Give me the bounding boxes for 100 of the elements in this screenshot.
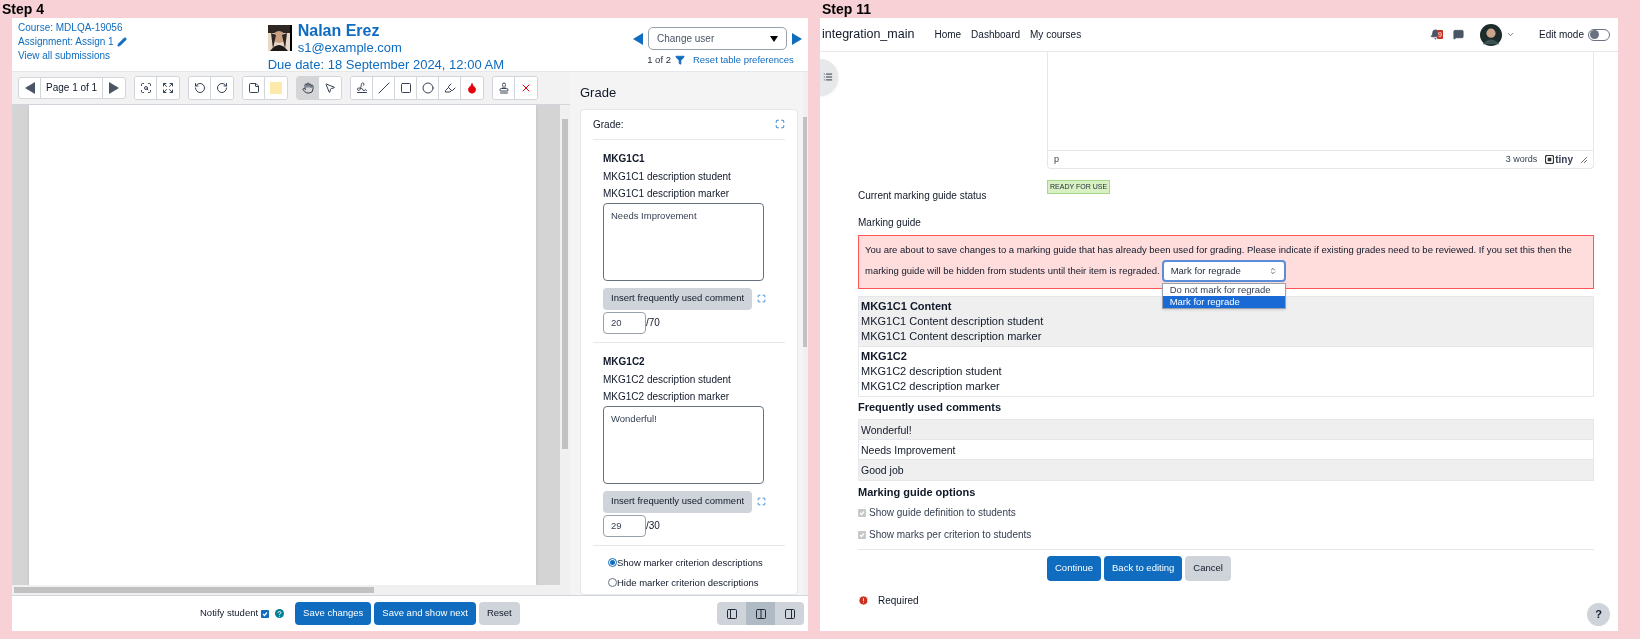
change-user-select[interactable]: Change user <box>648 27 787 50</box>
droplet-icon <box>466 82 479 94</box>
criterion-name: MKG1C2 <box>861 349 907 364</box>
regrade-warning-text: You are about to save changes to a marking guide that has already been used for grading. Please indicate if existing grades need to be reviewed. If you set this then the <box>865 243 1572 257</box>
tool-button[interactable] <box>211 77 234 99</box>
step-label: Step 4 <box>2 0 44 18</box>
footer-button[interactable]: Save and show next <box>374 602 476 625</box>
tool-button[interactable] <box>319 77 342 99</box>
required-label: Required <box>878 594 919 608</box>
tool-button[interactable] <box>439 77 462 99</box>
edit-icon[interactable] <box>116 37 127 47</box>
notify-checkbox[interactable] <box>261 609 270 618</box>
nav-link[interactable]: Home <box>934 27 962 42</box>
comments-heading: Frequently used comments <box>858 400 1002 415</box>
score-field[interactable]: 20 <box>603 311 646 334</box>
highlighter-icon <box>443 82 456 94</box>
criterion-student-description: MKG1C2 description student <box>603 372 731 387</box>
hand-icon <box>301 82 314 94</box>
tool-button[interactable] <box>189 77 212 99</box>
edit-mode-label: Edit mode <box>1538 28 1584 42</box>
form-button[interactable]: Continue <box>1047 556 1102 581</box>
help-icon[interactable] <box>275 609 285 618</box>
criterion-student-description: MKG1C1 Content description student <box>861 314 1044 329</box>
insert-comment-button[interactable]: Insert frequently used comment <box>603 490 753 513</box>
vertical-scrollbar[interactable] <box>562 119 568 449</box>
tool-button[interactable] <box>493 77 516 99</box>
previous-icon[interactable] <box>24 82 35 94</box>
tool-button[interactable] <box>351 77 374 99</box>
rotate-left-icon <box>193 82 206 94</box>
form-button[interactable]: Back to editing <box>1104 556 1183 581</box>
expand-icon[interactable] <box>775 119 785 129</box>
text-editor[interactable]: p 3 words tiny <box>1047 52 1594 169</box>
avatar <box>1479 23 1502 46</box>
view-submissions-link[interactable]: View all submissions <box>18 49 111 63</box>
nav-link[interactable]: Dashboard <box>971 27 1021 42</box>
message-icon[interactable] <box>1452 29 1464 40</box>
notify-student-label: Notify student <box>200 606 259 621</box>
form-button[interactable]: Cancel <box>1185 556 1231 581</box>
grade-heading: Grade <box>580 84 617 102</box>
footer-button[interactable]: Reset <box>478 602 520 625</box>
remark-field[interactable]: Wonderful! <box>603 405 764 484</box>
tool-button[interactable] <box>395 77 418 99</box>
section-label: Marking guide <box>858 216 921 230</box>
rectangle-icon <box>399 82 412 94</box>
horizontal-scrollbar[interactable] <box>14 587 374 593</box>
previous-user-icon[interactable] <box>633 32 643 45</box>
regrade-select[interactable]: Mark for regrade <box>1161 260 1286 282</box>
pen-icon <box>355 82 368 94</box>
site-name[interactable]: integration_main <box>822 25 915 44</box>
criterion-marker-description: MKG1C1 description marker <box>603 186 730 201</box>
word-count: 3 words <box>1505 152 1538 166</box>
criterion-name: MKG1C1 Content <box>861 299 952 314</box>
expand-icon <box>162 82 175 94</box>
element-path: p <box>1054 152 1059 166</box>
user-count: 1 of 2 <box>647 53 671 67</box>
list-icon <box>823 72 833 82</box>
tool-button[interactable] <box>157 77 180 99</box>
score-maximum: /70 <box>646 316 660 330</box>
tool-button[interactable] <box>243 77 266 99</box>
step-label: Step 11 <box>822 0 872 18</box>
regrade-option[interactable]: Mark for regrade <box>1162 296 1285 308</box>
search-icon <box>139 82 152 94</box>
nav-link[interactable]: My courses <box>1030 27 1082 42</box>
due-date: Due date: 18 September 2024, 12:00 AM <box>267 56 505 74</box>
criterion-marker-description: MKG1C1 Content description marker <box>861 329 1042 344</box>
assignment-link[interactable]: Assignment: Assign 1 <box>18 35 114 49</box>
footer-button[interactable]: Save changes <box>295 602 372 625</box>
radio-button[interactable] <box>608 558 617 568</box>
line-icon <box>377 82 390 94</box>
help-button[interactable]: ? <box>1587 603 1610 626</box>
tool-button[interactable] <box>135 77 158 99</box>
next-icon[interactable] <box>109 82 120 94</box>
tool-button[interactable] <box>297 77 320 99</box>
dropdown-arrow-icon <box>770 35 778 42</box>
chevron-down-icon[interactable] <box>1505 30 1515 39</box>
score-field[interactable]: 29 <box>603 514 646 537</box>
filter-icon[interactable] <box>674 55 685 66</box>
course-link[interactable]: Course: MDLQA-19056 <box>18 21 123 35</box>
remark-field[interactable]: Needs Improvement <box>603 202 764 281</box>
brand-name: tiny <box>1555 153 1573 167</box>
reset-table-preferences-link[interactable]: Reset table preferences <box>692 53 794 68</box>
comment-row: Wonderful! <box>859 419 1593 440</box>
criterion-student-description: MKG1C1 description student <box>603 169 731 184</box>
user-name-link[interactable]: Nalan Erez <box>297 21 402 40</box>
layout-right-icon <box>783 607 796 620</box>
select-arrows-icon <box>1268 267 1277 275</box>
radio-button[interactable] <box>608 578 617 588</box>
grade-label: Grade: <box>593 117 624 132</box>
insert-comment-button[interactable]: Insert frequently used comment <box>603 287 753 310</box>
layout-button[interactable] <box>746 602 775 625</box>
panel-scrollbar[interactable] <box>803 117 807 347</box>
criterion-student-description: MKG1C2 description student <box>861 364 1002 379</box>
tool-button[interactable] <box>417 77 440 99</box>
options-heading: Marking guide options <box>858 484 976 500</box>
user-email-link[interactable]: s1@example.com <box>297 40 402 55</box>
next-user-icon[interactable] <box>792 32 802 45</box>
tool-button[interactable] <box>461 77 484 99</box>
regrade-option[interactable]: Do not mark for regrade <box>1162 284 1285 296</box>
resize-handle-icon[interactable] <box>1581 156 1587 163</box>
tool-button[interactable] <box>515 77 538 99</box>
